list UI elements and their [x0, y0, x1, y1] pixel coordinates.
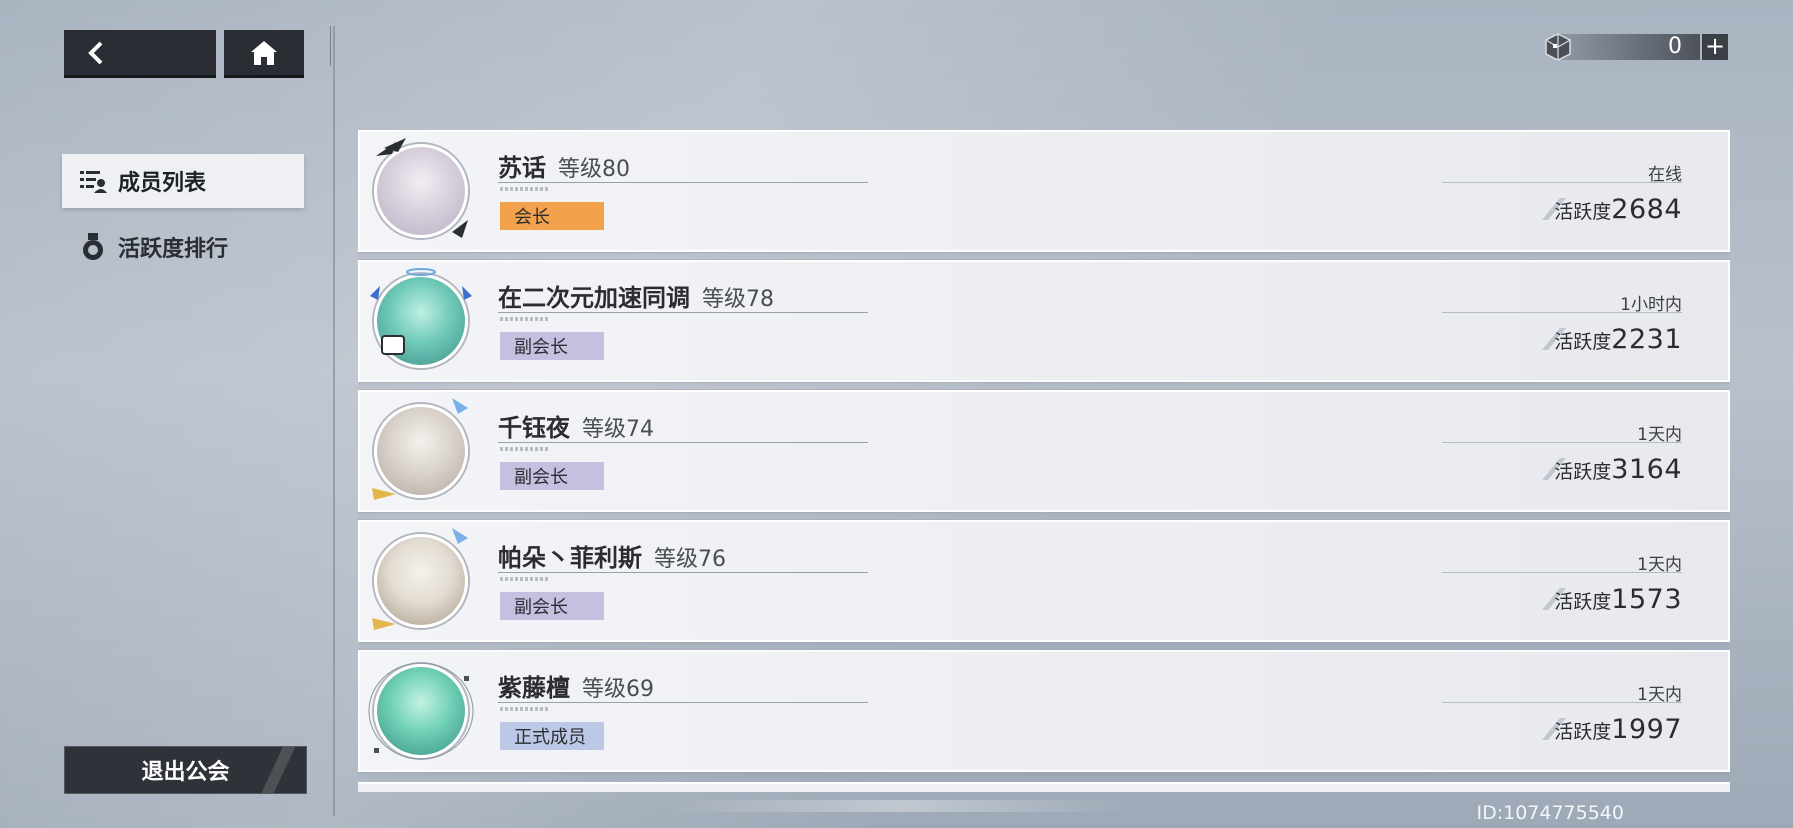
- decorative-text: [500, 577, 550, 581]
- name-underline: [498, 182, 868, 183]
- currency-value: 0: [1668, 34, 1682, 59]
- member-list[interactable]: 苏话 等级80 会长 在线 活跃度 2684 在二次元加速同调 等级78 副会长…: [358, 130, 1730, 790]
- name-underline: [498, 442, 868, 443]
- next-member-card-peek[interactable]: [358, 782, 1730, 792]
- member-name: 紫藤檀: [498, 674, 570, 702]
- activity-score: 活跃度 2231: [1554, 324, 1682, 355]
- avatar: [366, 136, 476, 246]
- menu-item-label: 成员列表: [118, 171, 207, 196]
- frame-ornament-icon: [372, 398, 468, 500]
- menu-item-label: 活跃度排行: [118, 237, 229, 262]
- activity-score: 活跃度 1573: [1554, 584, 1682, 615]
- name-underline: [498, 702, 868, 703]
- frame-ornament-icon: [370, 268, 472, 355]
- add-currency-button[interactable]: +: [1702, 34, 1728, 60]
- member-card[interactable]: 帕朵丶菲利斯 等级76 副会长 1天内 活跃度 1573: [358, 520, 1730, 642]
- activity-label: 活跃度: [1554, 201, 1612, 223]
- member-name: 在二次元加速同调: [498, 284, 690, 312]
- back-button[interactable]: [64, 30, 216, 78]
- member-card[interactable]: 在二次元加速同调 等级78 副会长 1小时内 活跃度 2231: [358, 260, 1730, 382]
- status-divider: [1442, 442, 1682, 443]
- name-underline: [498, 312, 868, 313]
- activity-label: 活跃度: [1554, 461, 1612, 483]
- status-divider: [1442, 182, 1682, 183]
- role-badge: 正式成员: [500, 722, 604, 750]
- role-badge: 副会长: [500, 332, 604, 360]
- member-level: 等级80: [558, 157, 630, 182]
- activity-label: 活跃度: [1554, 591, 1612, 613]
- menu-item-member-list[interactable]: 成员列表: [62, 154, 304, 208]
- avatar: [366, 396, 476, 506]
- member-level: 等级78: [702, 287, 774, 312]
- activity-value: 1997: [1611, 714, 1682, 745]
- activity-score: 活跃度 1997: [1554, 714, 1682, 745]
- status-divider: [1442, 572, 1682, 573]
- frame-ornament-icon: [372, 528, 468, 630]
- menu-item-activity-ranking[interactable]: 活跃度排行: [62, 220, 304, 274]
- status-divider: [1442, 702, 1682, 703]
- member-name: 苏话: [498, 154, 546, 182]
- currency-counter: 0 +: [1542, 32, 1728, 62]
- member-level: 等级74: [582, 417, 654, 442]
- activity-value: 2231: [1611, 324, 1682, 355]
- role-label: 会长: [514, 207, 550, 228]
- activity-value: 3164: [1611, 454, 1682, 485]
- home-button[interactable]: [224, 30, 304, 78]
- role-label: 副会长: [514, 467, 568, 488]
- activity-score: 活跃度 2684: [1554, 194, 1682, 225]
- chevron-left-icon: [88, 41, 103, 64]
- avatar: [366, 656, 476, 766]
- scroll-indicator: [670, 800, 1130, 812]
- status-divider: [1442, 312, 1682, 313]
- panel-divider: [330, 26, 335, 816]
- member-card[interactable]: 苏话 等级80 会长 在线 活跃度 2684: [358, 130, 1730, 252]
- member-level: 等级69: [582, 677, 654, 702]
- name-underline: [498, 572, 868, 573]
- activity-score: 活跃度 3164: [1554, 454, 1682, 485]
- member-card[interactable]: 千钰夜 等级74 副会长 1天内 活跃度 3164: [358, 390, 1730, 512]
- frame-ornament-icon: [376, 138, 468, 238]
- frame-ornament-icon: [368, 662, 474, 760]
- member-level: 等级76: [654, 547, 726, 572]
- decorative-text: [500, 187, 550, 191]
- role-label: 副会长: [514, 597, 568, 618]
- activity-value: 2684: [1611, 194, 1682, 225]
- medal-icon: [78, 232, 108, 262]
- decorative-text: [500, 317, 550, 321]
- activity-label: 活跃度: [1554, 331, 1612, 353]
- activity-label: 活跃度: [1554, 721, 1612, 743]
- decorative-text: [500, 447, 550, 451]
- home-icon: [251, 40, 277, 65]
- member-list-icon: [78, 166, 108, 196]
- avatar: [366, 526, 476, 636]
- role-label: 副会长: [514, 337, 568, 358]
- avatar: [366, 266, 476, 376]
- activity-value: 1573: [1611, 584, 1682, 615]
- role-badge: 会长: [500, 202, 604, 230]
- player-id: ID:1074775540: [1476, 802, 1624, 824]
- role-label: 正式成员: [514, 727, 586, 748]
- member-card[interactable]: 紫藤檀 等级69 正式成员 1天内 活跃度 1997: [358, 650, 1730, 772]
- role-badge: 副会长: [500, 462, 604, 490]
- exit-guild-label: 退出公会: [141, 760, 230, 785]
- decorative-text: [500, 707, 550, 711]
- member-name: 帕朵丶菲利斯: [498, 544, 642, 572]
- member-name: 千钰夜: [498, 414, 570, 442]
- exit-guild-button[interactable]: 退出公会: [64, 746, 307, 794]
- role-badge: 副会长: [500, 592, 604, 620]
- cube-icon: [1545, 33, 1571, 61]
